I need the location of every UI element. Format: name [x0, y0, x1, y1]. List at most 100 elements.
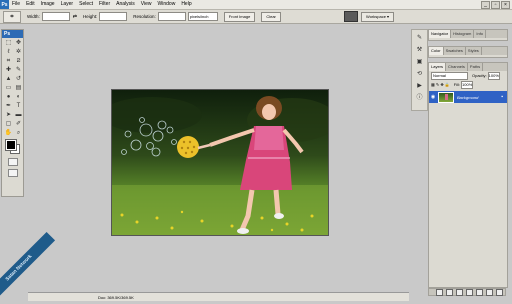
height-input[interactable]: [99, 12, 128, 21]
color-panel: Color Swatches Styles: [428, 46, 508, 58]
palette-well-icon[interactable]: [344, 11, 358, 22]
menu-filter[interactable]: Filter: [96, 0, 113, 9]
layer-style-icon[interactable]: [446, 288, 453, 296]
gradient-icon[interactable]: ▤: [14, 84, 23, 92]
menu-image[interactable]: Image: [38, 0, 58, 9]
width-input[interactable]: [41, 12, 70, 21]
tab-swatches[interactable]: Swatches: [444, 47, 466, 55]
slice-icon[interactable]: ⧄: [14, 57, 23, 65]
marquee-icon[interactable]: ⬚: [4, 39, 13, 47]
crop-tool-preset-icon[interactable]: ⌗: [3, 10, 21, 23]
crop-icon[interactable]: ⌗: [4, 57, 13, 65]
tab-styles[interactable]: Styles: [466, 47, 482, 55]
tab-color[interactable]: Color: [429, 47, 444, 55]
document-canvas[interactable]: [111, 89, 329, 236]
clear-button[interactable]: Clear: [261, 11, 281, 22]
menu-edit[interactable]: Edit: [23, 0, 38, 9]
opacity-input[interactable]: 100%: [487, 71, 500, 80]
menu-help[interactable]: Help: [178, 0, 194, 9]
photo-girl-blowing-bubbles: [112, 90, 328, 235]
new-layer-icon[interactable]: [486, 288, 493, 296]
fill-row: ▦ ✎ ✥ 🔒 Fill: 100%: [429, 80, 507, 89]
app-logo[interactable]: Ps: [0, 0, 9, 9]
healing-icon[interactable]: ✚: [4, 66, 13, 74]
blend-row: Normal Opacity: 100%: [429, 71, 507, 80]
layer-comps-icon[interactable]: ▣: [415, 58, 424, 66]
opacity-label: Opacity:: [472, 73, 487, 78]
tab-info[interactable]: Info: [474, 30, 487, 38]
menu-window[interactable]: Window: [155, 0, 179, 9]
tab-layers[interactable]: Layers: [429, 63, 447, 71]
brushes-icon[interactable]: ✎: [415, 34, 424, 42]
tool-grid: ⬚ ✥ ℓ ✲ ⌗ ⧄ ✚ ✎ ▲ ↺ ▭ ▤ ● ◐ ✒ T ➤ ▬ ▢ ✐ …: [2, 38, 23, 137]
blur-icon[interactable]: ●: [4, 93, 13, 101]
collapsed-panel-strip: ✎ ⚒ ▣ ⟲ ▶ ⓘ: [411, 29, 428, 111]
eye-icon[interactable]: ◉: [429, 94, 437, 100]
layer-thumbnail: [438, 91, 454, 103]
move-icon[interactable]: ✥: [14, 39, 23, 47]
screen-mode-button[interactable]: [8, 169, 18, 177]
menu-analysis[interactable]: Analysis: [113, 0, 138, 9]
navigator-tabs: Navigator Histogram Info: [429, 30, 507, 38]
zoom-icon[interactable]: ⌕: [14, 129, 23, 137]
menu-file[interactable]: File: [9, 0, 23, 9]
brush-icon[interactable]: ✎: [14, 66, 23, 74]
menu-bar: Ps File Edit Image Layer Select Filter A…: [0, 0, 512, 10]
status-bar: Doc: 369.5K/369.5K: [28, 292, 409, 301]
fill-input[interactable]: 100%: [461, 80, 474, 89]
path-select-icon[interactable]: ➤: [4, 111, 13, 119]
notes-icon[interactable]: ▢: [4, 120, 13, 128]
tab-histogram[interactable]: Histogram: [451, 30, 475, 38]
workspace-button[interactable]: Workspace ▾: [361, 11, 395, 22]
toolbox: Ps ⬚ ✥ ℓ ✲ ⌗ ⧄ ✚ ✎ ▲ ↺ ▭ ▤ ● ◐ ✒ T ➤ ▬ ▢…: [1, 29, 24, 197]
lasso-icon[interactable]: ℓ: [4, 48, 13, 56]
blend-mode-select[interactable]: Normal: [431, 71, 468, 80]
menu-select[interactable]: Select: [76, 0, 96, 9]
info-icon[interactable]: ⓘ: [415, 94, 424, 102]
layer-row-background[interactable]: ◉ Background ▪: [429, 91, 507, 103]
minimize-icon[interactable]: _: [481, 1, 490, 9]
tab-paths[interactable]: Paths: [468, 63, 484, 71]
height-label: Height:: [82, 14, 98, 19]
lock-icon: ▪: [501, 94, 503, 100]
foreground-color-swatch[interactable]: [5, 139, 17, 151]
layers-footer: [428, 288, 506, 296]
tab-channels[interactable]: Channels: [446, 63, 468, 71]
window-controls: _ ▫ ×: [481, 1, 510, 9]
tool-presets-icon[interactable]: ⚒: [415, 46, 424, 54]
layer-name: Background: [457, 94, 479, 100]
menu-view[interactable]: View: [138, 0, 155, 9]
toolbox-header: Ps: [2, 30, 23, 38]
tab-navigator[interactable]: Navigator: [429, 30, 452, 38]
menu-layer[interactable]: Layer: [58, 0, 77, 9]
eyedropper-icon[interactable]: ✐: [14, 120, 23, 128]
lock-icons[interactable]: ▦ ✎ ✥ 🔒: [431, 82, 450, 87]
dodge-icon[interactable]: ◐: [14, 93, 23, 101]
workspace-label: Workspace: [366, 13, 386, 19]
resolution-input[interactable]: [157, 12, 186, 21]
restore-icon[interactable]: ▫: [491, 1, 500, 9]
actions-icon[interactable]: ▶: [415, 82, 424, 90]
workspace-area: Workspace ▾: [344, 11, 395, 22]
front-image-button[interactable]: Front Image: [223, 11, 256, 22]
stamp-icon[interactable]: ▲: [4, 75, 13, 83]
options-bar: ⌗ Width: ⇄ Height: Resolution: pixels/in…: [0, 10, 512, 24]
eraser-icon[interactable]: ▭: [4, 84, 13, 92]
close-icon[interactable]: ×: [501, 1, 510, 9]
swap-icon[interactable]: ⇄: [73, 14, 77, 20]
layer-mask-icon[interactable]: [456, 288, 463, 296]
history-icon[interactable]: ⟲: [415, 70, 424, 78]
resolution-unit-select[interactable]: pixels/inch: [187, 12, 218, 21]
magic-wand-icon[interactable]: ✲: [14, 48, 23, 56]
shape-icon[interactable]: ▬: [14, 111, 23, 119]
history-brush-icon[interactable]: ↺: [14, 75, 23, 83]
layers-panel: Layers Channels Paths Normal Opacity: 10…: [428, 62, 508, 288]
adjustment-layer-icon[interactable]: [466, 288, 473, 296]
trash-icon[interactable]: [496, 288, 503, 296]
hand-icon[interactable]: ✋: [4, 129, 13, 137]
type-icon[interactable]: T: [14, 102, 23, 110]
quick-mask-button[interactable]: [8, 158, 18, 166]
link-layers-icon[interactable]: [436, 288, 443, 296]
new-group-icon[interactable]: [476, 288, 483, 296]
pen-icon[interactable]: ✒: [4, 102, 13, 110]
